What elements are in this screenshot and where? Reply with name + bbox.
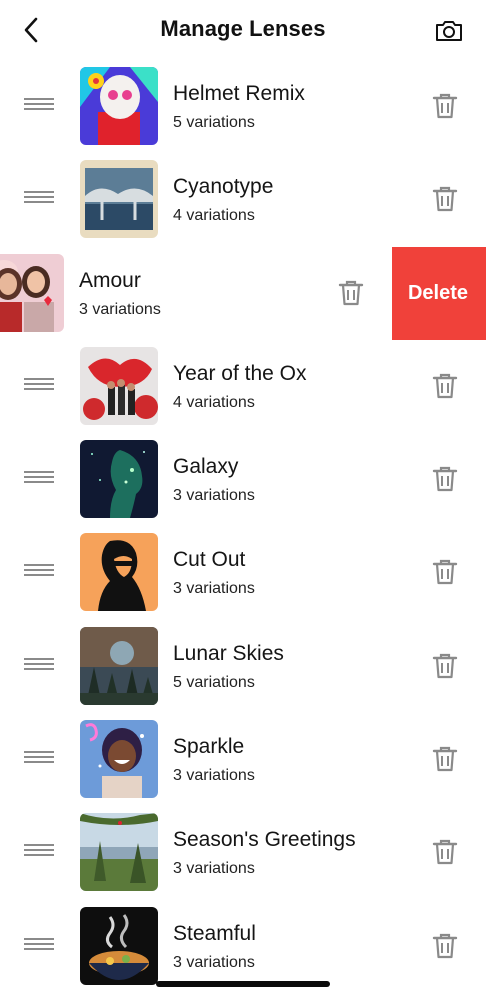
lens-thumbnail[interactable] [80,533,158,612]
lens-variations-count: 3 variations [173,953,255,971]
lens-row[interactable]: Cyanotype 4 variations [0,153,486,247]
drag-handle-icon[interactable] [24,844,54,860]
lens-variations-count: 3 variations [79,300,161,318]
drag-handle-icon[interactable] [24,751,54,767]
lens-row-content: Year of the Ox 4 variations [0,339,486,434]
page-title: Manage Lenses [160,16,326,41]
lens-list: Helmet Remix 5 variations Cyanotype 4 va… [0,60,486,993]
lens-row-content: Season's Greetings 3 variations [0,806,486,900]
lens-variations-count: 3 variations [173,580,255,598]
lens-row[interactable]: Season's Greetings 3 variations [0,806,486,900]
lens-name: Amour [79,268,141,292]
drag-handle-icon[interactable] [24,471,54,487]
lens-thumbnail[interactable] [80,626,158,705]
lens-row-content: Cyanotype 4 variations [0,153,486,247]
trash-icon[interactable] [432,652,458,680]
lens-thumbnail[interactable] [80,906,158,985]
lens-variations-count: 5 variations [173,673,255,691]
drag-handle-icon[interactable] [24,657,54,674]
delete-button[interactable]: Delete [390,246,486,340]
drag-handle-icon[interactable] [24,564,54,580]
lens-variations-count: 3 variations [173,767,255,785]
lens-thumbnail[interactable] [80,813,158,892]
trash-icon[interactable] [432,92,458,120]
lens-row-content: Helmet Remix 5 variations [0,60,486,154]
lens-name: Cyanotype [173,175,274,199]
trash-icon[interactable] [432,838,458,866]
lens-row[interactable]: Delete Amour 3 variations [0,246,486,340]
lens-name: Season's Greetings [173,828,356,852]
lens-row-content: Amour 3 variations [0,246,392,340]
drag-handle-icon[interactable] [24,937,54,954]
lens-row-content: Steamful 3 variations [0,899,486,993]
lens-row[interactable]: Steamful 3 variations [0,899,486,993]
trash-icon[interactable] [338,279,364,307]
lens-name: Sparkle [173,735,245,759]
trash-icon[interactable] [432,932,458,960]
home-indicator[interactable] [156,981,330,987]
lens-name: Lunar Skies [173,641,284,665]
lens-thumbnail[interactable] [80,440,158,519]
drag-handle-icon[interactable] [24,191,54,207]
lens-thumbnail[interactable] [0,253,64,332]
lens-row[interactable]: Year of the Ox 4 variations [0,339,486,434]
lens-row[interactable]: Lunar Skies 5 variations [0,619,486,714]
lens-variations-count: 4 variations [173,207,255,225]
trash-icon[interactable] [432,558,458,586]
trash-icon[interactable] [432,465,458,493]
header-bar: Manage Lenses [0,0,486,61]
lens-name: Helmet Remix [173,82,305,105]
lens-row[interactable]: Galaxy 3 variations [0,433,486,527]
lens-thumbnail[interactable] [80,160,158,239]
lens-row[interactable]: Sparkle 3 variations [0,713,486,807]
lens-name: Steamful [173,921,256,945]
drag-handle-icon[interactable] [24,98,54,114]
lens-thumbnail[interactable] [80,346,158,425]
lens-variations-count: 5 variations [173,114,255,131]
lens-row[interactable]: Cut Out 3 variations [0,526,486,620]
lens-row[interactable]: Helmet Remix 5 variations [0,60,486,154]
lens-variations-count: 4 variations [173,393,255,411]
trash-icon[interactable] [432,372,458,400]
lens-thumbnail[interactable] [80,67,158,145]
lens-name: Year of the Ox [173,361,307,385]
camera-icon [436,21,462,41]
trash-icon[interactable] [432,185,458,213]
lens-variations-count: 3 variations [173,860,255,878]
camera-button[interactable] [434,18,464,44]
lens-row-content: Galaxy 3 variations [0,433,486,527]
lens-row-content: Sparkle 3 variations [0,713,486,807]
lens-thumbnail[interactable] [80,720,158,799]
drag-handle-icon[interactable] [24,377,54,394]
lens-variations-count: 3 variations [173,487,255,505]
lens-row-content: Lunar Skies 5 variations [0,619,486,714]
lens-row-content: Cut Out 3 variations [0,526,486,620]
trash-icon[interactable] [432,745,458,773]
lens-name: Cut Out [173,548,246,572]
lens-name: Galaxy [173,455,239,479]
